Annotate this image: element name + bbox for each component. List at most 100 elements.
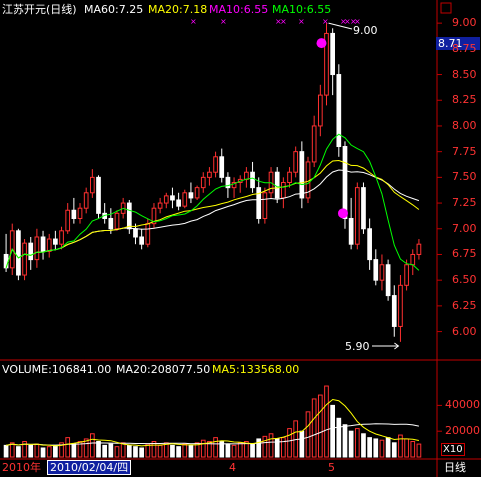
volume-bar xyxy=(225,443,231,458)
signal-mark-icon: × xyxy=(190,17,197,26)
volume-bar xyxy=(114,446,120,458)
candle-body xyxy=(410,253,416,266)
candle-body xyxy=(379,264,385,281)
volume-bar xyxy=(200,439,206,458)
candle-body xyxy=(373,259,379,281)
ma20-readout: MA20:7.18 xyxy=(148,3,208,16)
candle-body xyxy=(317,94,323,127)
candle-body xyxy=(65,209,71,232)
candle-body xyxy=(139,236,144,245)
volume-bar xyxy=(157,444,163,458)
price-tick-label: 6.50 xyxy=(452,273,477,287)
volume-bar xyxy=(311,398,317,458)
volume-ma20-readout: MA20:208077.50 xyxy=(116,363,211,376)
low-price-label: 5.90 xyxy=(345,340,370,353)
candle-body xyxy=(219,156,225,178)
candle-body xyxy=(182,192,188,207)
sell-signal-dot xyxy=(337,208,348,219)
volume-ma5-readout: MA5:133568.00 xyxy=(212,363,300,376)
volume-bar xyxy=(96,441,101,458)
price-tick-label: 9.00 xyxy=(452,16,477,30)
volume-bar xyxy=(330,404,336,458)
candle-body xyxy=(281,182,286,199)
volume-bar xyxy=(287,428,292,458)
volume-bar xyxy=(367,437,372,458)
volume-tick-label: 20000 xyxy=(445,424,480,438)
candle-body xyxy=(361,187,366,230)
price-tick-label: 6.75 xyxy=(452,247,477,261)
candle-body xyxy=(46,238,52,252)
price-tick-label: 7.75 xyxy=(452,144,477,158)
volume-tick-label: 40000 xyxy=(445,398,480,412)
candle-body xyxy=(71,209,77,219)
candle-body xyxy=(354,187,360,245)
volume-bar xyxy=(385,437,391,458)
candle-body xyxy=(213,156,218,173)
volume-bar xyxy=(416,443,422,458)
volume-bar xyxy=(133,446,138,458)
candle-body xyxy=(404,264,409,286)
volume-bar xyxy=(336,417,342,458)
candle-body xyxy=(96,176,101,214)
price-tick-label: 7.25 xyxy=(452,196,477,210)
volume-bar xyxy=(391,442,397,458)
candle-body xyxy=(133,228,138,238)
candle-body xyxy=(299,151,305,199)
volume-bar xyxy=(34,443,40,458)
high-price-label: 9.00 xyxy=(353,24,378,37)
volume-bar xyxy=(176,446,181,458)
candle-body xyxy=(170,195,175,201)
volume-bar xyxy=(65,437,71,458)
volume-bar xyxy=(145,443,151,458)
ma10-green-readout: MA10:6.55 xyxy=(272,3,332,16)
volume-bar xyxy=(9,442,15,458)
candle-body xyxy=(330,32,336,76)
candle-body xyxy=(83,192,89,209)
cursor-date-label: 2010/02/04/四 xyxy=(47,460,132,475)
candle-body xyxy=(367,228,372,261)
candle-body xyxy=(53,238,58,245)
candle-body xyxy=(348,217,354,245)
volume-bar xyxy=(250,443,255,458)
candle-body xyxy=(188,192,194,199)
volume-bar xyxy=(299,430,305,458)
volume-bar xyxy=(237,442,243,458)
candle-body xyxy=(391,295,397,327)
volume-bar xyxy=(262,435,268,458)
price-tick-label: 8.50 xyxy=(452,67,477,81)
candle-body xyxy=(311,125,317,163)
volume-bar xyxy=(126,444,132,458)
buy-signal-dot xyxy=(316,38,327,49)
volume-bar xyxy=(231,444,237,458)
price-tick-label: 8.75 xyxy=(452,41,477,55)
volume-bar xyxy=(373,438,379,458)
volume-bar xyxy=(182,443,188,458)
candle-body xyxy=(22,242,27,276)
candle-body xyxy=(3,253,9,269)
volume-bar xyxy=(188,444,194,458)
candle-body xyxy=(200,176,206,189)
price-tick-label: 6.25 xyxy=(452,298,477,312)
volume-bar xyxy=(89,433,95,458)
ma10-magenta-readout: MA10:6.55 xyxy=(209,3,269,16)
volume-bar xyxy=(379,439,385,458)
candle-body xyxy=(59,230,64,245)
volume-bar xyxy=(398,434,403,458)
volume-bar xyxy=(71,443,77,458)
chart-title: 江苏开元(日线) xyxy=(2,3,77,16)
candle-body xyxy=(256,187,262,219)
period-button[interactable]: 日线 xyxy=(444,461,466,474)
volume-bar xyxy=(16,446,21,458)
volume-bar xyxy=(268,433,274,458)
volume-bar xyxy=(170,444,175,458)
candle-body xyxy=(16,230,21,276)
candle-body xyxy=(287,171,292,183)
candle-body xyxy=(157,202,163,209)
price-tick-label: 8.00 xyxy=(452,118,477,132)
signal-mark-icon: × xyxy=(298,17,305,26)
stock-chart-window: × × × × × × × × × × 江苏开元(日线) MA60:7.25 MA20:7.18 … xyxy=(0,0,481,477)
candle-body xyxy=(416,243,422,255)
volume-bar xyxy=(348,430,354,458)
signal-mark-icon: × xyxy=(280,17,287,26)
volume-scale-badge: X10 xyxy=(441,443,465,456)
